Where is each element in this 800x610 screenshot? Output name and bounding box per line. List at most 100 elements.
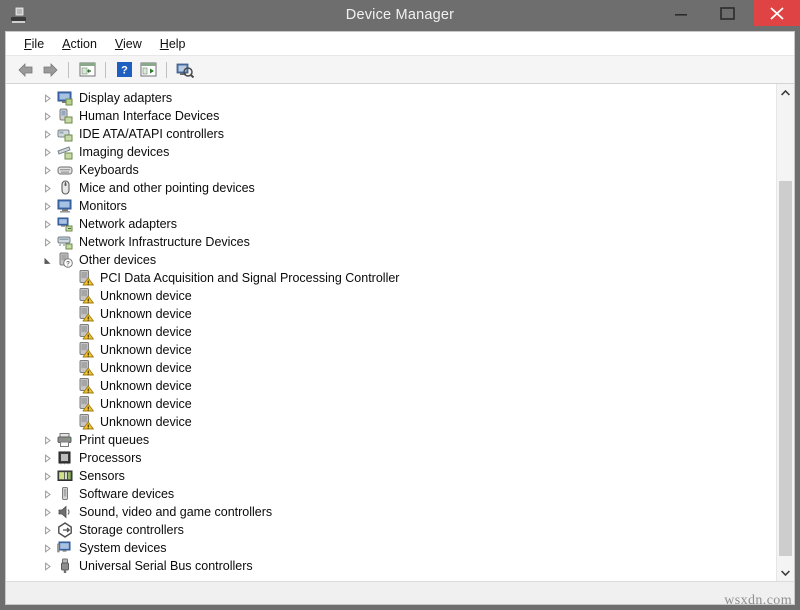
printer-icon xyxy=(57,432,73,448)
tree-item[interactable]: Keyboards xyxy=(6,161,776,179)
expand-triangle-icon[interactable] xyxy=(41,110,54,123)
expand-triangle-icon[interactable] xyxy=(41,488,54,501)
expand-triangle-icon[interactable] xyxy=(41,92,54,105)
tree-item-label: Unknown device xyxy=(100,323,192,341)
ide-controller-icon xyxy=(57,126,73,142)
unknown-device-warning-icon xyxy=(78,360,94,376)
hid-icon xyxy=(57,108,73,124)
tree-item[interactable]: Unknown device xyxy=(6,413,776,431)
tree-item[interactable]: Imaging devices xyxy=(6,143,776,161)
tree-item[interactable]: Software devices xyxy=(6,485,776,503)
toolbar-separator xyxy=(166,62,167,78)
tree-item[interactable]: Unknown device xyxy=(6,323,776,341)
expand-triangle-icon[interactable] xyxy=(41,452,54,465)
status-bar xyxy=(6,581,794,604)
tree-item[interactable]: Processors xyxy=(6,449,776,467)
expand-triangle-icon[interactable] xyxy=(41,182,54,195)
back-arrow-icon[interactable] xyxy=(15,59,37,81)
tree-item[interactable]: ?Other devices xyxy=(6,251,776,269)
tree-item[interactable]: Unknown device xyxy=(6,305,776,323)
tree-item[interactable]: Unknown device xyxy=(6,359,776,377)
expand-triangle-icon[interactable] xyxy=(41,506,54,519)
tree-item[interactable]: Human Interface Devices xyxy=(6,107,776,125)
tree-item-label: Unknown device xyxy=(100,359,192,377)
device-manager-window: Device Manager File Action View Help xyxy=(0,0,800,610)
tree-item[interactable]: Mice and other pointing devices xyxy=(6,179,776,197)
collapse-triangle-icon[interactable] xyxy=(41,254,54,267)
expand-triangle-icon[interactable] xyxy=(41,470,54,483)
tree-item[interactable]: Monitors xyxy=(6,197,776,215)
tree-item[interactable]: PCI Data Acquisition and Signal Processi… xyxy=(6,269,776,287)
vertical-scrollbar[interactable] xyxy=(776,84,794,581)
tree-item[interactable]: Print queues xyxy=(6,431,776,449)
system-device-icon xyxy=(57,540,73,556)
toolbar-separator xyxy=(68,62,69,78)
unknown-device-warning-icon xyxy=(78,270,94,286)
expand-triangle-icon[interactable] xyxy=(41,146,54,159)
chevron-up-icon[interactable] xyxy=(777,84,794,101)
show-hide-console-tree-icon[interactable] xyxy=(76,59,98,81)
storage-controller-icon xyxy=(57,522,73,538)
tree-item[interactable]: Universal Serial Bus controllers xyxy=(6,557,776,575)
expand-triangle-icon[interactable] xyxy=(41,200,54,213)
tree-item[interactable]: Network adapters xyxy=(6,215,776,233)
processor-icon xyxy=(57,450,73,466)
help-icon[interactable]: ? xyxy=(113,59,135,81)
unknown-device-warning-icon xyxy=(78,288,94,304)
tree-item[interactable]: Display adapters xyxy=(6,89,776,107)
properties-icon[interactable] xyxy=(137,59,159,81)
tree-item[interactable]: System devices xyxy=(6,539,776,557)
tree-item-label: Universal Serial Bus controllers xyxy=(79,557,253,575)
device-tree-panel: Display adaptersHuman Interface DevicesI… xyxy=(6,84,794,581)
tree-item-label: Display adapters xyxy=(79,89,172,107)
menu-view[interactable]: View xyxy=(106,35,151,53)
display-adapter-icon xyxy=(57,90,73,106)
tree-item[interactable]: Sound, video and game controllers xyxy=(6,503,776,521)
tree-item-label: Unknown device xyxy=(100,305,192,323)
expand-triangle-icon[interactable] xyxy=(41,524,54,537)
tree-item[interactable]: Sensors xyxy=(6,467,776,485)
tree-item[interactable]: Network Infrastructure Devices xyxy=(6,233,776,251)
tree-item[interactable]: Unknown device xyxy=(6,395,776,413)
tree-item-label: Unknown device xyxy=(100,287,192,305)
unknown-device-warning-icon xyxy=(78,396,94,412)
sound-icon xyxy=(57,504,73,520)
tree-item-label: Sound, video and game controllers xyxy=(79,503,272,521)
expand-triangle-icon[interactable] xyxy=(41,164,54,177)
menu-action[interactable]: Action xyxy=(53,35,106,53)
tree-item-label: Keyboards xyxy=(79,161,139,179)
tree-item-label: Storage controllers xyxy=(79,521,184,539)
tree-item[interactable]: Unknown device xyxy=(6,287,776,305)
expand-triangle-icon[interactable] xyxy=(41,236,54,249)
tree-item-label: Print queues xyxy=(79,431,149,449)
menu-file[interactable]: File xyxy=(15,35,53,53)
tree-item-label: Processors xyxy=(79,449,142,467)
expand-triangle-icon[interactable] xyxy=(41,218,54,231)
monitor-icon xyxy=(57,198,73,214)
chevron-down-icon[interactable] xyxy=(777,564,794,581)
expand-triangle-icon[interactable] xyxy=(41,128,54,141)
maximize-button[interactable] xyxy=(704,0,750,26)
tree-item-label: IDE ATA/ATAPI controllers xyxy=(79,125,224,143)
tree-item-label: Mice and other pointing devices xyxy=(79,179,255,197)
scan-hardware-changes-icon[interactable] xyxy=(174,59,196,81)
minimize-button[interactable] xyxy=(658,0,704,26)
watermark: wsxdn.com xyxy=(724,593,792,609)
menu-help[interactable]: Help xyxy=(151,35,195,53)
expand-triangle-icon[interactable] xyxy=(41,434,54,447)
expand-triangle-icon[interactable] xyxy=(41,560,54,573)
title-bar: Device Manager xyxy=(0,0,800,31)
tree-item-label: Unknown device xyxy=(100,413,192,431)
scrollbar-thumb[interactable] xyxy=(779,181,792,556)
tree-item[interactable]: IDE ATA/ATAPI controllers xyxy=(6,125,776,143)
tree-item[interactable]: Storage controllers xyxy=(6,521,776,539)
device-tree[interactable]: Display adaptersHuman Interface DevicesI… xyxy=(6,84,776,581)
expand-triangle-icon[interactable] xyxy=(41,542,54,555)
tree-item-label: Network Infrastructure Devices xyxy=(79,233,250,251)
tree-item[interactable]: Unknown device xyxy=(6,377,776,395)
close-button[interactable] xyxy=(754,0,800,26)
usb-icon xyxy=(57,558,73,574)
tree-item[interactable]: Unknown device xyxy=(6,341,776,359)
forward-arrow-icon[interactable] xyxy=(39,59,61,81)
tree-item-label: Unknown device xyxy=(100,341,192,359)
